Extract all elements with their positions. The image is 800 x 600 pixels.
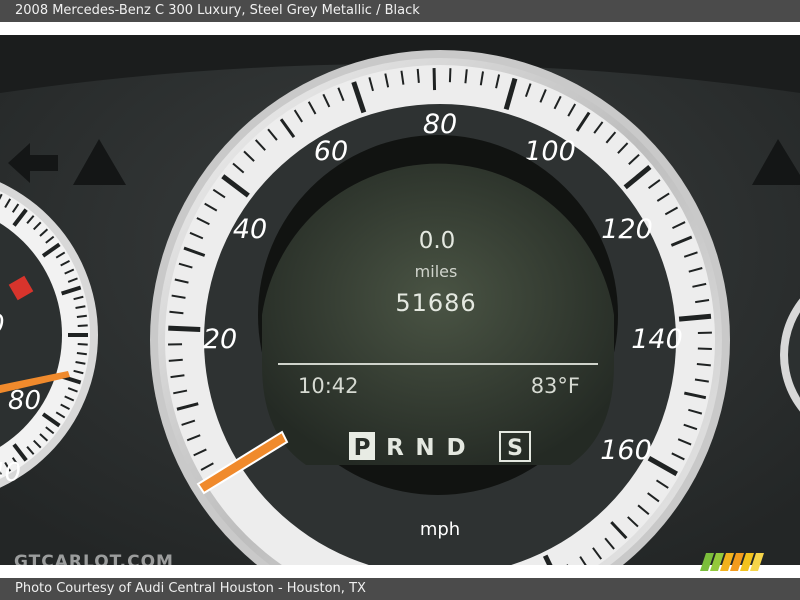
speed-label-120: 120 <box>601 214 653 245</box>
left-gauge-tick <box>77 343 88 346</box>
gear-d: D <box>446 435 465 461</box>
photo-credit: Photo Courtesy of Audi Central Houston -… <box>0 578 800 600</box>
speed-tick <box>696 363 711 367</box>
left-gauge-label-bottom: 40 <box>0 458 21 488</box>
odometer-value: 51686 <box>395 289 476 317</box>
outside-temperature: 83°F <box>531 374 580 398</box>
photo-title: 2008 Mercedes-Benz C 300 Luxury, Steel G… <box>0 0 800 22</box>
speed-unit: mph <box>420 519 460 540</box>
speed-tick <box>448 68 452 83</box>
left-gauge-tick <box>77 324 88 327</box>
left-gauge-tick <box>76 352 87 356</box>
clock-time: 10:42 <box>298 374 359 398</box>
trip-unit: miles <box>415 262 458 281</box>
dashboard-photo: 0 80 40 20 <box>0 35 800 565</box>
speed-tick <box>678 313 712 322</box>
mode-s: S <box>507 436 523 461</box>
trip-value: 0.0 <box>419 228 456 254</box>
dealer-logo-stripes <box>700 553 764 571</box>
left-gauge-label-top: 0 <box>0 310 5 340</box>
speed-tick <box>464 69 468 84</box>
instrument-cluster: 0 80 40 20 <box>0 35 800 565</box>
gear-r: R <box>386 435 404 461</box>
speed-label-160: 160 <box>600 435 652 466</box>
watermark-logo: GTCARLOT.COM <box>14 552 174 572</box>
gear-n: N <box>415 435 434 461</box>
speed-label-20: 20 <box>203 324 237 355</box>
speed-label-40: 40 <box>233 214 267 245</box>
speed-tick <box>416 68 420 83</box>
speed-tick <box>168 358 183 362</box>
speed-label-140: 140 <box>631 324 683 355</box>
left-gauge-label-middle: 80 <box>8 386 41 416</box>
speed-tick <box>168 325 201 333</box>
left-gauge-tick <box>76 314 87 318</box>
gear-p: P <box>354 435 371 461</box>
photo-page: 2008 Mercedes-Benz C 300 Luxury, Steel G… <box>0 0 800 600</box>
